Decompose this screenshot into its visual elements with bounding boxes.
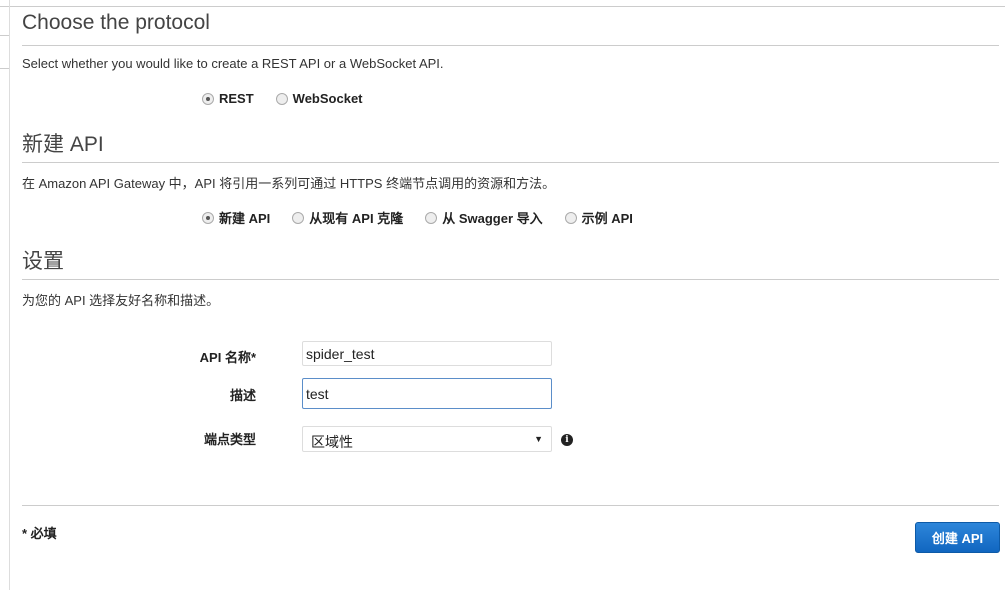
endpoint-type-label: 端点类型 — [203, 432, 256, 447]
settings-heading: 设置 — [22, 250, 64, 273]
radio-example-api[interactable]: 示例 API — [564, 208, 633, 227]
radio-button[interactable] — [202, 211, 214, 224]
radio-import-swagger[interactable]: 从 Swagger 导入 — [425, 208, 543, 227]
api-name-input[interactable] — [302, 341, 552, 366]
radio-button[interactable] — [292, 211, 305, 224]
divider — [22, 279, 999, 280]
top-divider — [0, 6, 1005, 7]
divider — [22, 505, 999, 506]
protocol-radio-group: REST WebSocket — [202, 91, 363, 106]
radio-websocket[interactable]: WebSocket — [275, 91, 363, 106]
new-api-heading: 新建 API — [22, 133, 104, 156]
radio-button[interactable] — [564, 211, 577, 224]
description-label: 描述 — [229, 388, 256, 403]
radio-label: 从现有 API 克隆 — [309, 211, 404, 226]
create-api-button[interactable]: 创建 API — [915, 522, 1000, 553]
radio-label: REST — [219, 91, 254, 106]
endpoint-type-select[interactable]: 区域性 ▼ — [302, 426, 552, 452]
left-panel-edge — [0, 35, 9, 36]
protocol-description: Select whether you would like to create … — [22, 56, 444, 71]
radio-button[interactable] — [202, 92, 214, 105]
radio-label: WebSocket — [292, 91, 363, 106]
new-api-radio-group: 新建 API 从现有 API 克隆 从 Swagger 导入 示例 API — [202, 208, 633, 227]
left-panel-edge — [9, 0, 10, 590]
settings-description: 为您的 API 选择友好名称和描述。 — [22, 293, 220, 308]
required-note: * 必填 — [22, 526, 57, 541]
divider — [22, 45, 999, 46]
left-panel-edge — [0, 68, 9, 69]
protocol-heading: Choose the protocol — [22, 11, 210, 34]
info-icon[interactable]: i — [561, 434, 573, 446]
divider — [22, 162, 999, 163]
api-name-label: API 名称* — [199, 350, 256, 365]
description-input[interactable] — [302, 378, 552, 409]
radio-label: 新建 API — [219, 211, 271, 226]
selected-value: 区域性 — [311, 434, 353, 450]
radio-rest[interactable]: REST — [202, 91, 254, 106]
radio-label: 从 Swagger 导入 — [442, 211, 543, 226]
radio-new-api[interactable]: 新建 API — [202, 208, 270, 227]
radio-button[interactable] — [425, 211, 438, 224]
radio-button[interactable] — [275, 92, 288, 105]
radio-label: 示例 API — [581, 211, 633, 226]
radio-clone-api[interactable]: 从现有 API 克隆 — [292, 208, 403, 227]
chevron-down-icon: ▼ — [534, 434, 543, 444]
new-api-description: 在 Amazon API Gateway 中，API 将引用一系列可通过 HTT… — [22, 176, 556, 191]
